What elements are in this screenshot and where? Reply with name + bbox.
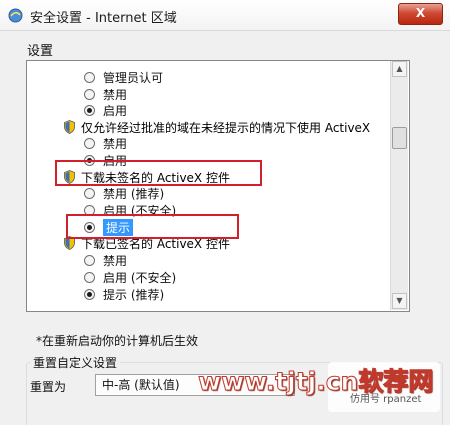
option-label: 管理员认可 [103, 70, 164, 85]
setting-header-label: 仅允许经过批准的域在未经提示的情况下使用 ActiveX [81, 120, 371, 135]
radio-button-checked[interactable] [84, 288, 95, 300]
annotation-box-unsigned-activex [55, 160, 262, 186]
option-enable-unsafe[interactable]: 启用 (不安全) [84, 268, 176, 286]
annotation-box-prompt [66, 214, 239, 239]
radio-button-checked[interactable] [84, 104, 95, 116]
option-label: 启用 [103, 103, 128, 118]
title-bar: 安全设置 - Internet 区域 X [0, 0, 450, 31]
scroll-down-icon[interactable]: ▼ [392, 293, 407, 309]
option-label: 禁用 [103, 136, 128, 151]
security-settings-dialog: 安全设置 - Internet 区域 X 设置 管理员认可 禁用 启用 仅允许经… [0, 0, 450, 425]
option-label: 禁用 (推荐) [103, 186, 165, 201]
watermark-text: www.tjtj.cn软荐网 [197, 367, 434, 397]
option-label: 禁用 [103, 253, 128, 268]
option-enable[interactable]: 启用 [84, 101, 127, 119]
internet-options-icon [8, 8, 23, 23]
vertical-scrollbar[interactable]: ▲ ▼ [390, 61, 408, 310]
option-disable[interactable]: 禁用 [84, 134, 127, 152]
option-label: 启用 (不安全) [103, 270, 177, 285]
option-admin-approve[interactable]: 管理员认可 [84, 68, 163, 86]
reset-group-title: 重置自定义设置 [30, 354, 121, 371]
radio-button[interactable] [84, 187, 95, 199]
radio-button[interactable] [84, 71, 95, 83]
close-button[interactable]: X [398, 3, 443, 25]
radio-button[interactable] [84, 271, 95, 283]
scroll-thumb[interactable] [392, 127, 407, 149]
radio-button[interactable] [84, 88, 95, 100]
scroll-up-icon[interactable]: ▲ [392, 61, 407, 77]
option-disable[interactable]: 禁用 [84, 251, 127, 269]
shield-icon [64, 120, 75, 134]
option-disable-recommended[interactable]: 禁用 (推荐) [84, 184, 164, 202]
settings-list[interactable]: 管理员认可 禁用 启用 仅允许经过批准的域在未经提示的情况下使用 ActiveX… [26, 60, 410, 312]
option-prompt-recommended[interactable]: 提示 (推荐) [84, 285, 164, 303]
option-label: 提示 (推荐) [103, 287, 165, 302]
radio-button[interactable] [84, 137, 95, 149]
reset-to-label: 重置为 [30, 380, 67, 394]
option-label: 禁用 [103, 87, 128, 102]
radio-button[interactable] [84, 254, 95, 266]
restart-note: *在重新启动你的计算机后生效 [36, 334, 199, 348]
settings-group-label: 设置 [27, 44, 54, 59]
window-title: 安全设置 - Internet 区域 [30, 11, 177, 26]
